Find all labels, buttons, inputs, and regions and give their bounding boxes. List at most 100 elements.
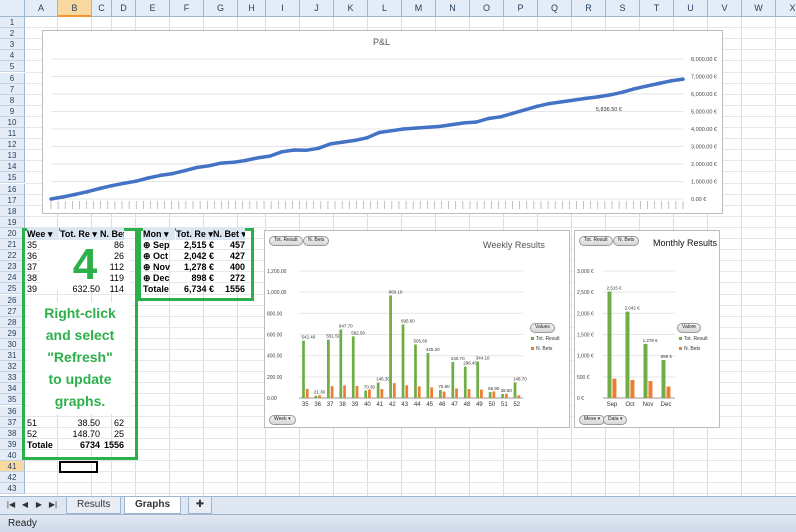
row-header[interactable]: 15 — [0, 172, 25, 184]
column-header[interactable]: K — [334, 0, 368, 17]
axis-field-button-month[interactable]: Mese ▾ — [579, 415, 606, 425]
row-header[interactable]: 42 — [0, 472, 25, 484]
row-header[interactable]: 11 — [0, 128, 25, 140]
sheet-tab-graphs[interactable]: Graphs — [124, 497, 182, 514]
bar-n-bets — [467, 389, 471, 398]
pivot-total[interactable]: Totale — [143, 283, 175, 295]
data-point — [340, 140, 345, 144]
bar-tot-result — [302, 340, 305, 398]
data-point — [620, 90, 625, 95]
row-header[interactable]: 17 — [0, 194, 25, 206]
bar-tot-result — [401, 324, 405, 398]
row-header[interactable]: 3 — [0, 39, 25, 51]
row-header[interactable]: 16 — [0, 183, 25, 195]
row-header[interactable]: 41 — [0, 461, 25, 473]
prev-sheet-icon[interactable]: ◀ — [20, 500, 30, 510]
row-header[interactable]: 13 — [0, 150, 25, 162]
row-header[interactable]: 18 — [0, 205, 25, 217]
column-header[interactable]: X — [776, 0, 796, 17]
row-header[interactable]: 19 — [0, 216, 25, 228]
pivot-cell[interactable]: 39 — [27, 283, 59, 295]
insert-sheet-icon[interactable]: ✚ — [188, 497, 212, 514]
pivot-total[interactable]: 1556 — [100, 439, 124, 451]
data-point — [365, 135, 369, 140]
row-header[interactable]: 5 — [0, 61, 25, 73]
row-header[interactable]: 4 — [0, 50, 25, 62]
bar-n-bets — [380, 389, 384, 398]
pivot-total[interactable]: 1556 — [213, 283, 245, 295]
sheet-tab-results[interactable]: Results — [66, 497, 122, 514]
last-sheet-icon[interactable]: ▶| — [48, 500, 58, 510]
next-sheet-icon[interactable]: ▶ — [34, 500, 44, 510]
column-header[interactable]: G — [204, 0, 238, 17]
column-header[interactable]: U — [674, 0, 708, 17]
legend-field-button-values[interactable]: Valore — [677, 323, 702, 333]
monthly-chart[interactable]: 0 € 500 € 1,000 € 1,500 € 2,000 € 2,500 € 3,00… — [574, 230, 720, 428]
data-point — [498, 114, 503, 119]
row-header[interactable]: 14 — [0, 161, 25, 173]
field-button-tot-result[interactable]: Tot. Result — [269, 236, 303, 246]
data-point — [316, 146, 321, 151]
column-header[interactable]: V — [708, 0, 742, 17]
data-point — [474, 120, 479, 124]
row-header[interactable]: 10 — [0, 116, 25, 128]
y-tick-label: 500 € — [577, 375, 590, 381]
row-header[interactable]: 6 — [0, 72, 25, 84]
bar-tot-result — [643, 343, 648, 398]
pivot-total[interactable]: Totale — [27, 439, 59, 451]
active-cell[interactable] — [59, 461, 98, 473]
column-header[interactable]: J — [300, 0, 334, 17]
pl-chart[interactable]: 8,000.00 € 7,000.00 € 6,000.00 € 5,000.00 €… — [42, 30, 723, 214]
column-header[interactable]: I — [266, 0, 300, 17]
axis-field-button-week[interactable]: Week ▾ — [269, 415, 296, 425]
row-header[interactable]: 7 — [0, 83, 25, 95]
axis-field-button-date[interactable]: Data ▾ — [603, 415, 628, 425]
column-header[interactable]: Q — [538, 0, 572, 17]
field-button-tot-result[interactable]: Tot. Result — [579, 236, 613, 246]
column-header[interactable]: E — [136, 0, 170, 17]
column-header[interactable]: O — [470, 0, 504, 17]
spreadsheet-area[interactable]: ABCDEFGHIJKLMNOPQRSTUVWXY 12345678910111… — [0, 0, 796, 496]
column-header[interactable]: P — [504, 0, 538, 17]
pivot-total[interactable]: 6,734 € — [176, 283, 214, 295]
data-label: 344.10 — [476, 356, 490, 361]
column-header[interactable]: M — [402, 0, 436, 17]
grid-line — [25, 27, 796, 29]
column-header[interactable]: A — [25, 0, 58, 17]
pivot-cell[interactable]: 114 — [100, 283, 124, 295]
x-tick-label: Sep — [607, 402, 618, 408]
column-header[interactable]: F — [170, 0, 204, 17]
column-header[interactable]: L — [368, 0, 402, 17]
pivot-total[interactable]: 6734 — [60, 439, 100, 451]
bar-tot-result — [351, 336, 355, 398]
row-header[interactable]: 12 — [0, 139, 25, 151]
column-header[interactable]: S — [606, 0, 640, 17]
data-label: 898 € — [661, 354, 673, 359]
row-header[interactable]: 8 — [0, 94, 25, 106]
weekly-chart[interactable]: 0.00 200.00 400.00 600.00 800.00 1,000.00 1,20… — [264, 230, 570, 428]
field-button-n-bets[interactable]: N. Bets — [303, 236, 330, 246]
column-header[interactable]: C — [92, 0, 112, 17]
column-header[interactable]: N — [436, 0, 470, 17]
column-header[interactable]: B — [58, 0, 92, 17]
column-header[interactable]: W — [742, 0, 776, 17]
pivot-cell[interactable]: 632.50 — [60, 283, 100, 295]
row-header[interactable]: 9 — [0, 105, 25, 117]
bar-n-bets — [666, 386, 671, 398]
data-point — [523, 107, 527, 112]
select-all-corner[interactable] — [0, 0, 25, 17]
row-header[interactable]: 1 — [0, 17, 25, 29]
data-point — [328, 142, 333, 146]
row-header[interactable]: 2 — [0, 28, 25, 40]
column-header[interactable]: D — [112, 0, 136, 17]
data-point — [462, 121, 467, 125]
column-header[interactable]: H — [238, 0, 266, 17]
legend-field-button-values[interactable]: Values — [530, 323, 555, 333]
column-header[interactable]: R — [572, 0, 606, 17]
row-header[interactable]: 43 — [0, 483, 25, 495]
field-button-n-bets[interactable]: N. Bets — [613, 236, 640, 246]
column-header[interactable]: T — [640, 0, 674, 17]
first-sheet-icon[interactable]: |◀ — [6, 500, 16, 510]
x-tick-label: 51 — [501, 402, 508, 408]
y-tick-label: 800.00 — [267, 311, 283, 317]
